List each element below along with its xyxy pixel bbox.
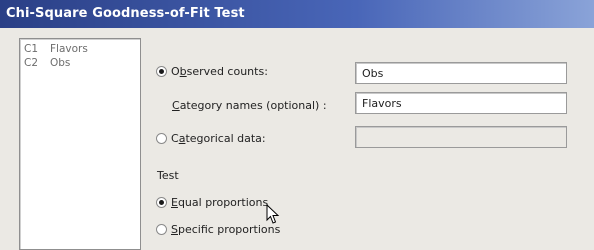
specific-proportions-label: Specific proportions	[171, 223, 281, 236]
categorical-data-label: Categorical data:	[171, 132, 266, 145]
variable-list[interactable]: C1 Flavors C2 Obs	[19, 38, 141, 250]
variable-id: C1	[24, 43, 39, 55]
test-heading: Test	[157, 169, 179, 182]
variable-item-c1[interactable]: C1 Flavors	[24, 43, 88, 55]
variable-name: Flavors	[50, 43, 88, 55]
categorical-data-input[interactable]	[355, 126, 567, 148]
observed-counts-label: Observed counts:	[171, 65, 268, 78]
variable-id: C2	[24, 57, 39, 69]
equal-proportions-radio[interactable]	[156, 197, 167, 208]
specific-proportions-radio[interactable]	[156, 224, 167, 235]
variable-item-c2[interactable]: C2 Obs	[24, 57, 70, 69]
equal-proportions-label: Equal proportions	[171, 196, 269, 209]
category-names-label: Category names (optional) :	[172, 99, 327, 112]
observed-counts-input[interactable]: Obs	[355, 62, 567, 84]
dialog-title-bar: Chi-Square Goodness-of-Fit Test	[0, 0, 594, 28]
mouse-cursor-icon	[266, 204, 280, 224]
variable-name: Obs	[50, 57, 71, 69]
observed-counts-radio[interactable]	[156, 66, 167, 77]
dialog-title: Chi-Square Goodness-of-Fit Test	[6, 6, 245, 21]
categorical-data-radio[interactable]	[156, 133, 167, 144]
category-names-input[interactable]: Flavors	[355, 92, 567, 114]
